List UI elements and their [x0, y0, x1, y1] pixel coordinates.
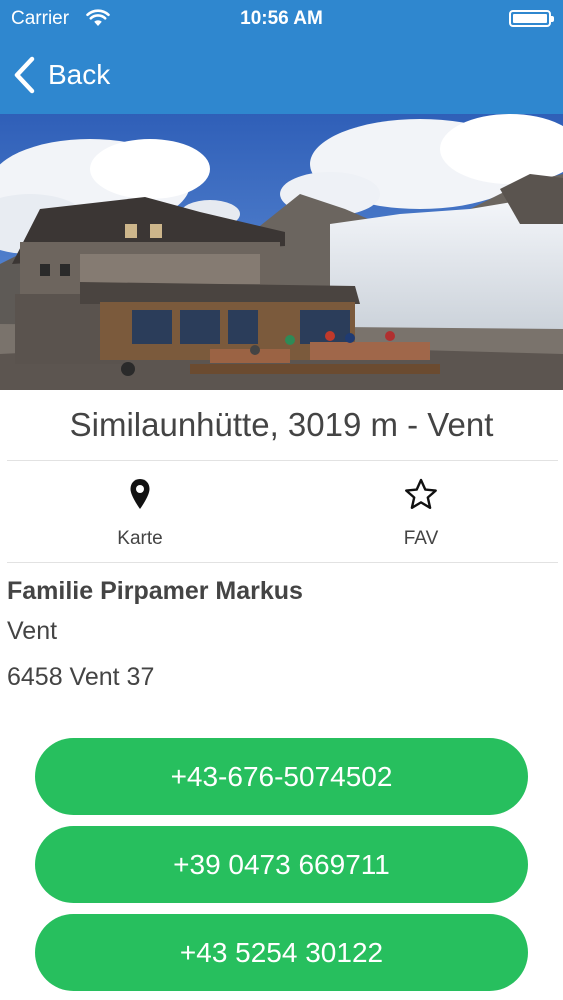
favorite-button[interactable]: FAV — [341, 470, 501, 560]
address-line-2: 6458 Vent 37 — [7, 663, 155, 691]
status-bar: Carrier 10:56 AM — [0, 0, 563, 38]
hut-title: Similaunhütte, 3019 m - Vent — [69, 406, 494, 443]
phone-button-2[interactable]: +39 0473 669711 — [35, 826, 528, 903]
contact-name: Familie Pirpamer Markus — [7, 577, 303, 605]
clock: 10:56 AM — [240, 8, 323, 29]
map-label: Karte — [117, 528, 163, 549]
back-button[interactable]: Back — [12, 54, 110, 96]
address-line-1: Vent — [7, 617, 58, 645]
chevron-left-icon — [14, 56, 35, 94]
map-pin-icon — [130, 479, 150, 509]
battery-icon — [509, 10, 554, 27]
phone-button-1[interactable]: +43-676-5074502 — [35, 738, 528, 815]
back-label: Back — [48, 59, 111, 90]
phone-button-3[interactable]: +43 5254 30122 — [35, 914, 528, 991]
star-icon — [405, 478, 437, 509]
divider-bottom — [7, 562, 558, 563]
map-button[interactable]: Karte — [60, 470, 220, 560]
hut-photo — [0, 114, 563, 390]
address-block: Familie Pirpamer Markus Vent 6458 Vent 3… — [7, 574, 547, 700]
favorite-label: FAV — [403, 528, 439, 549]
divider-top — [7, 460, 558, 461]
navigation-header: Carrier 10:56 AM Back — [0, 0, 563, 114]
